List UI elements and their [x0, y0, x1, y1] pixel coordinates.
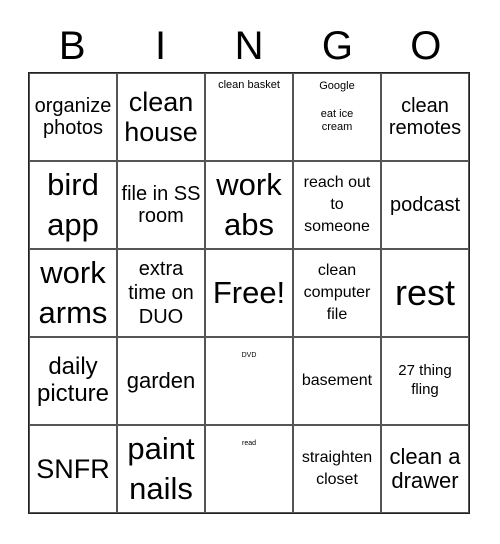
header-letter-b: B: [58, 24, 86, 68]
bingo-cell[interactable]: reach out to someone: [293, 161, 381, 249]
header-letter-o: O: [410, 24, 442, 68]
bingo-cell[interactable]: work arms: [29, 249, 117, 337]
bingo-cell[interactable]: podcast: [381, 161, 469, 249]
bingo-cell[interactable]: clean basket: [205, 73, 293, 161]
bingo-cell[interactable]: rest: [381, 249, 469, 337]
bingo-cell[interactable]: daily picture: [29, 337, 117, 425]
bingo-cell[interactable]: 27 thing fling: [381, 337, 469, 425]
bingo-cell[interactable]: clean house: [117, 73, 205, 161]
free-space-cell[interactable]: Free!: [205, 249, 293, 337]
bingo-cell[interactable]: garden: [117, 337, 205, 425]
bingo-header: B I N G O: [28, 20, 470, 73]
bingo-cell[interactable]: file in SS room: [117, 161, 205, 249]
bingo-cell[interactable]: read: [205, 425, 293, 513]
bingo-cell[interactable]: paint nails: [117, 425, 205, 513]
header-letter-g: G: [321, 24, 353, 68]
bingo-cell[interactable]: basement: [293, 337, 381, 425]
bingo-cell[interactable]: clean remotes: [381, 73, 469, 161]
bingo-cell[interactable]: work abs: [205, 161, 293, 249]
header-letter-n: N: [234, 24, 264, 68]
bingo-cell[interactable]: clean a drawer: [381, 425, 469, 513]
bingo-board: organize photos clean house clean basket…: [28, 72, 470, 514]
bingo-cell[interactable]: clean computer file: [293, 249, 381, 337]
bingo-cell[interactable]: SNFR: [29, 425, 117, 513]
bingo-cell[interactable]: straighten closet: [293, 425, 381, 513]
bingo-cell[interactable]: organize photos: [29, 73, 117, 161]
header-letter-i: I: [155, 24, 167, 68]
bingo-cell[interactable]: extra time on DUO: [117, 249, 205, 337]
bingo-cell[interactable]: bird app: [29, 161, 117, 249]
bingo-cell[interactable]: Google eat ice cream: [293, 73, 381, 161]
bingo-cell[interactable]: DVD: [205, 337, 293, 425]
